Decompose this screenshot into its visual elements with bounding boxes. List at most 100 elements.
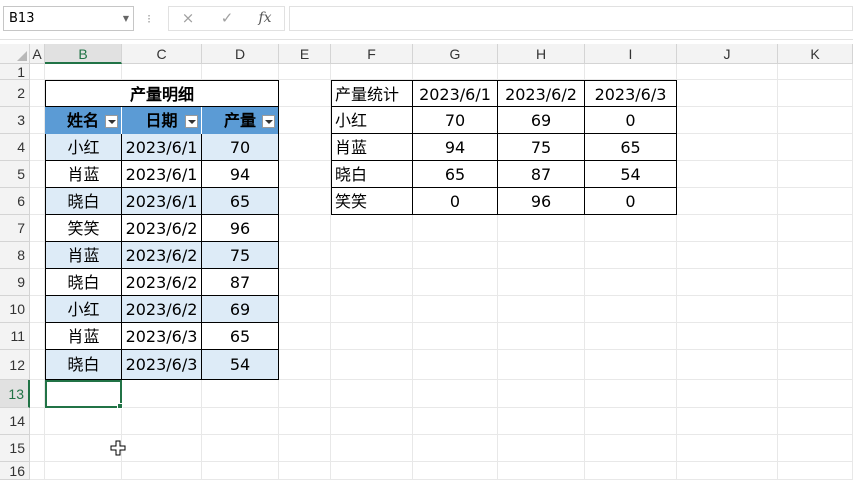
- name-box[interactable]: B13 ▼: [3, 6, 134, 31]
- summary-table-cell[interactable]: 65: [413, 161, 498, 188]
- row-header-16[interactable]: 16: [0, 462, 30, 480]
- gridline-row: [30, 461, 853, 462]
- detail-table-cell[interactable]: 2023/6/3: [122, 350, 202, 380]
- detail-table-cell[interactable]: 2023/6/2: [122, 296, 202, 323]
- summary-table-cell[interactable]: 65: [585, 134, 677, 161]
- row-header-13[interactable]: 13: [0, 380, 30, 408]
- row-header-7[interactable]: 7: [0, 215, 30, 242]
- name-box-value: B13: [9, 11, 35, 26]
- summary-table-header[interactable]: 2023/6/2: [498, 80, 585, 107]
- detail-table-cell[interactable]: 晓白: [45, 188, 122, 215]
- header-name[interactable]: 姓名: [45, 107, 122, 134]
- filter-dropdown-icon[interactable]: [105, 115, 118, 128]
- detail-table-cell[interactable]: 晓白: [45, 269, 122, 296]
- detail-table-cell[interactable]: 69: [202, 296, 279, 323]
- column-header-k[interactable]: K: [778, 44, 853, 64]
- row-header-4[interactable]: 4: [0, 134, 30, 161]
- detail-table-title[interactable]: 产量明细: [45, 80, 279, 107]
- detail-table-cell[interactable]: 2023/6/2: [122, 215, 202, 242]
- summary-table-cell[interactable]: 54: [585, 161, 677, 188]
- row-header-12[interactable]: 12: [0, 350, 30, 380]
- detail-table-cell[interactable]: 96: [202, 215, 279, 242]
- header-name-label: 姓名: [66, 111, 99, 130]
- detail-table-cell[interactable]: 94: [202, 161, 279, 188]
- column-header-d[interactable]: D: [202, 44, 279, 64]
- summary-table-cell[interactable]: 晓白: [331, 161, 413, 188]
- detail-table-cell[interactable]: 2023/6/2: [122, 269, 202, 296]
- row-header-8[interactable]: 8: [0, 242, 30, 269]
- row-header-9[interactable]: 9: [0, 269, 30, 296]
- filter-dropdown-icon[interactable]: [185, 115, 198, 128]
- summary-table-cell[interactable]: 0: [413, 188, 498, 215]
- row-header-14[interactable]: 14: [0, 408, 30, 435]
- detail-table-cell[interactable]: 小红: [45, 134, 122, 161]
- detail-table-cell[interactable]: 70: [202, 134, 279, 161]
- detail-table-cell[interactable]: 65: [202, 323, 279, 350]
- column-header-a[interactable]: A: [30, 44, 45, 64]
- header-qty[interactable]: 产量: [202, 107, 279, 134]
- column-header-c[interactable]: C: [122, 44, 202, 64]
- gridline-row: [30, 434, 853, 435]
- summary-table-cell[interactable]: 肖蓝: [331, 134, 413, 161]
- summary-table-cell[interactable]: 0: [585, 107, 677, 134]
- header-date[interactable]: 日期: [122, 107, 202, 134]
- column-header-e[interactable]: E: [279, 44, 331, 64]
- detail-table-cell[interactable]: 54: [202, 350, 279, 380]
- gridline-row: [30, 407, 853, 408]
- column-header-h[interactable]: H: [498, 44, 585, 64]
- summary-table-cell[interactable]: 96: [498, 188, 585, 215]
- summary-table-header[interactable]: 2023/6/3: [585, 80, 677, 107]
- detail-table-cell[interactable]: 肖蓝: [45, 161, 122, 188]
- detail-table-cell[interactable]: 87: [202, 269, 279, 296]
- row-header-11[interactable]: 11: [0, 323, 30, 350]
- detail-table-cell[interactable]: 笑笑: [45, 215, 122, 242]
- cancel-icon[interactable]: ×: [176, 7, 200, 30]
- detail-table-cell[interactable]: 65: [202, 188, 279, 215]
- row-header-3[interactable]: 3: [0, 107, 30, 134]
- summary-table-cell[interactable]: 小红: [331, 107, 413, 134]
- column-header-j[interactable]: J: [677, 44, 778, 64]
- detail-table-cell[interactable]: 2023/6/1: [122, 161, 202, 188]
- detail-table-cell[interactable]: 小红: [45, 296, 122, 323]
- formula-input[interactable]: [289, 6, 853, 31]
- cell-cursor-icon: [110, 440, 126, 456]
- summary-table-header[interactable]: 产量统计: [331, 80, 413, 107]
- summary-table-cell[interactable]: 94: [413, 134, 498, 161]
- row-header-15[interactable]: 15: [0, 435, 30, 462]
- insert-function-icon[interactable]: fx: [253, 7, 277, 30]
- fill-handle[interactable]: [117, 403, 123, 409]
- detail-table-cell[interactable]: 肖蓝: [45, 242, 122, 269]
- select-all-corner[interactable]: [0, 44, 30, 64]
- active-cell-b13[interactable]: [45, 380, 122, 408]
- column-header-g[interactable]: G: [413, 44, 498, 64]
- detail-table-cell[interactable]: 75: [202, 242, 279, 269]
- column-header-i[interactable]: I: [585, 44, 677, 64]
- column-header-f[interactable]: F: [331, 44, 413, 64]
- summary-table-cell[interactable]: 0: [585, 188, 677, 215]
- summary-table-cell[interactable]: 75: [498, 134, 585, 161]
- detail-table-cell[interactable]: 2023/6/2: [122, 242, 202, 269]
- detail-table-cell[interactable]: 2023/6/3: [122, 323, 202, 350]
- summary-table-cell[interactable]: 70: [413, 107, 498, 134]
- column-header-b[interactable]: B: [45, 44, 122, 64]
- row-header-1[interactable]: 1: [0, 64, 30, 80]
- detail-table-cell[interactable]: 肖蓝: [45, 323, 122, 350]
- row-header-5[interactable]: 5: [0, 161, 30, 188]
- detail-table-cell[interactable]: 2023/6/1: [122, 134, 202, 161]
- detail-table-cell[interactable]: 晓白: [45, 350, 122, 380]
- detail-table-cell[interactable]: 2023/6/1: [122, 188, 202, 215]
- formula-bar: B13 ▼ ⁝ × ✓ fx: [0, 0, 853, 40]
- summary-table-cell[interactable]: 87: [498, 161, 585, 188]
- row-header-2[interactable]: 2: [0, 80, 30, 107]
- row-header-10[interactable]: 10: [0, 296, 30, 323]
- row-header-6[interactable]: 6: [0, 188, 30, 215]
- drag-handle-icon[interactable]: ⁝: [146, 10, 152, 28]
- formula-tools: × ✓ fx: [168, 6, 285, 31]
- summary-table-cell[interactable]: 笑笑: [331, 188, 413, 215]
- chevron-down-icon[interactable]: ▼: [123, 7, 129, 30]
- enter-icon[interactable]: ✓: [215, 7, 239, 30]
- header-qty-label: 产量: [223, 111, 256, 130]
- summary-table-cell[interactable]: 69: [498, 107, 585, 134]
- summary-table-header[interactable]: 2023/6/1: [413, 80, 498, 107]
- filter-dropdown-icon[interactable]: [262, 115, 275, 128]
